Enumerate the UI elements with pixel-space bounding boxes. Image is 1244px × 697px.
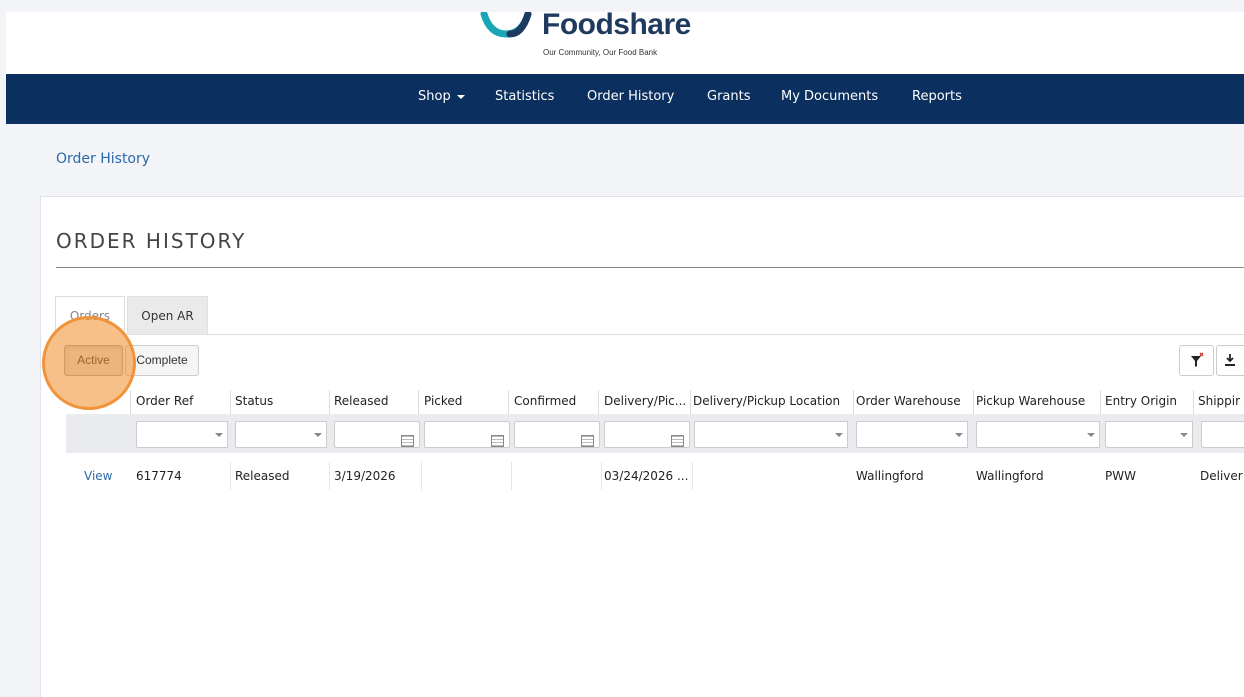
filter-input-order-warehouse[interactable]	[856, 421, 952, 448]
table-row: View 617774 Released 3/19/2026 03/24/202…	[56, 462, 1244, 490]
column-divider	[1100, 390, 1101, 414]
page-title: ORDER HISTORY	[56, 229, 247, 253]
filter-input-status[interactable]	[235, 421, 311, 448]
column-header-pickup-warehouse[interactable]: Pickup Warehouse	[976, 394, 1100, 408]
cell-divider	[230, 462, 231, 490]
column-header-order-ref[interactable]: Order Ref	[136, 394, 226, 408]
tab-open-ar[interactable]: Open AR	[127, 296, 208, 335]
logo[interactable]: Foodshare Our Community, Our Food Bank	[0, 8, 1244, 74]
nav-item-shop[interactable]: Shop	[418, 89, 465, 104]
logo-icon	[480, 12, 532, 38]
calendar-icon[interactable]	[581, 435, 594, 447]
cell-pickup-warehouse: Wallingford	[976, 469, 1044, 483]
column-header-released[interactable]: Released	[334, 394, 418, 408]
breadcrumb[interactable]: Order History	[56, 151, 150, 167]
cell-order-warehouse: Wallingford	[856, 469, 924, 483]
column-header-confirmed[interactable]: Confirmed	[514, 394, 598, 408]
column-divider	[690, 390, 691, 414]
column-divider	[853, 390, 854, 414]
filter-input-pickup-warehouse[interactable]	[976, 421, 1084, 448]
active-filter-button[interactable]: Active	[64, 345, 123, 376]
column-divider	[418, 390, 419, 414]
caret-down-icon	[955, 433, 963, 437]
caret-down-icon	[215, 433, 223, 437]
column-header-delivery-pickup-date[interactable]: Delivery/Pic...	[604, 394, 690, 408]
tabs-divider	[56, 334, 1244, 335]
cell-divider	[329, 462, 330, 490]
cell-released: 3/19/2026	[334, 469, 396, 483]
cell-divider	[692, 462, 693, 490]
download-icon	[1225, 354, 1235, 366]
cell-divider	[511, 462, 512, 490]
tab-orders[interactable]: Orders	[55, 296, 125, 336]
column-divider	[329, 390, 330, 414]
filter-input-shipping[interactable]	[1201, 421, 1244, 448]
column-header-delivery-pickup-location[interactable]: Delivery/Pickup Location	[693, 394, 853, 408]
nav-item-grants[interactable]: Grants	[707, 89, 751, 104]
column-divider	[1193, 390, 1194, 414]
cell-divider	[421, 462, 422, 490]
nav-item-my-documents[interactable]: My Documents	[781, 89, 878, 104]
calendar-icon[interactable]	[401, 435, 414, 447]
grid-filter-row	[66, 414, 1244, 453]
logo-text: Foodshare	[542, 8, 691, 41]
page: Foodshare Our Community, Our Food Bank S…	[0, 0, 1244, 697]
nav-item-label: Shop	[418, 89, 451, 104]
export-button[interactable]	[1216, 345, 1244, 376]
caret-down-icon	[314, 433, 322, 437]
column-header-shipping[interactable]: Shippir	[1198, 394, 1244, 408]
column-header-status[interactable]: Status	[235, 394, 325, 408]
calendar-icon[interactable]	[491, 435, 504, 447]
filter-dropdown-button[interactable]	[1176, 421, 1193, 448]
filter-dropdown-button[interactable]	[310, 421, 327, 448]
title-divider	[56, 267, 1244, 268]
column-divider	[230, 390, 231, 414]
filter-dropdown-button[interactable]	[951, 421, 968, 448]
logo-tagline: Our Community, Our Food Bank	[543, 48, 658, 57]
filter-input-delivery-pickup-date[interactable]	[604, 421, 690, 448]
filter-input-delivery-pickup-location[interactable]	[694, 421, 832, 448]
filter-input-released[interactable]	[334, 421, 420, 448]
caret-down-icon	[456, 94, 465, 99]
calendar-icon[interactable]	[671, 435, 684, 447]
filter-dropdown-button[interactable]	[1083, 421, 1100, 448]
complete-filter-button[interactable]: Complete	[125, 345, 199, 376]
column-header-entry-origin[interactable]: Entry Origin	[1105, 394, 1189, 408]
view-order-link[interactable]: View	[84, 469, 124, 483]
clear-filter-button[interactable]	[1179, 345, 1214, 376]
cell-delivery-pickup-date: 03/24/2026 ...	[604, 469, 689, 483]
column-divider	[130, 390, 131, 414]
cell-order-ref: 617774	[136, 469, 182, 483]
filter-dropdown-button[interactable]	[831, 421, 848, 448]
column-divider	[598, 390, 599, 414]
caret-down-icon	[835, 433, 843, 437]
cell-shipping: Deliver	[1200, 469, 1243, 483]
filter-input-order-ref[interactable]	[136, 421, 212, 448]
column-header-picked[interactable]: Picked	[424, 394, 508, 408]
filter-input-entry-origin[interactable]	[1105, 421, 1177, 448]
nav-item-statistics[interactable]: Statistics	[495, 89, 554, 104]
cell-status: Released	[235, 469, 290, 483]
filter-input-picked[interactable]	[424, 421, 510, 448]
column-divider	[508, 390, 509, 414]
filter-clear-icon	[1191, 352, 1204, 367]
column-divider	[973, 390, 974, 414]
main-nav: Shop Statistics Order History Grants My …	[6, 74, 1244, 124]
column-header-order-warehouse[interactable]: Order Warehouse	[856, 394, 974, 408]
cell-entry-origin: PWW	[1105, 469, 1136, 483]
nav-item-reports[interactable]: Reports	[912, 89, 962, 104]
caret-down-icon	[1087, 433, 1095, 437]
filter-input-confirmed[interactable]	[514, 421, 600, 448]
cell-divider	[601, 462, 602, 490]
grid-header: Order Ref Status Released Picked Confirm…	[56, 388, 1244, 414]
filter-dropdown-button[interactable]	[211, 421, 228, 448]
caret-down-icon	[1180, 433, 1188, 437]
nav-item-order-history[interactable]: Order History	[587, 89, 674, 104]
